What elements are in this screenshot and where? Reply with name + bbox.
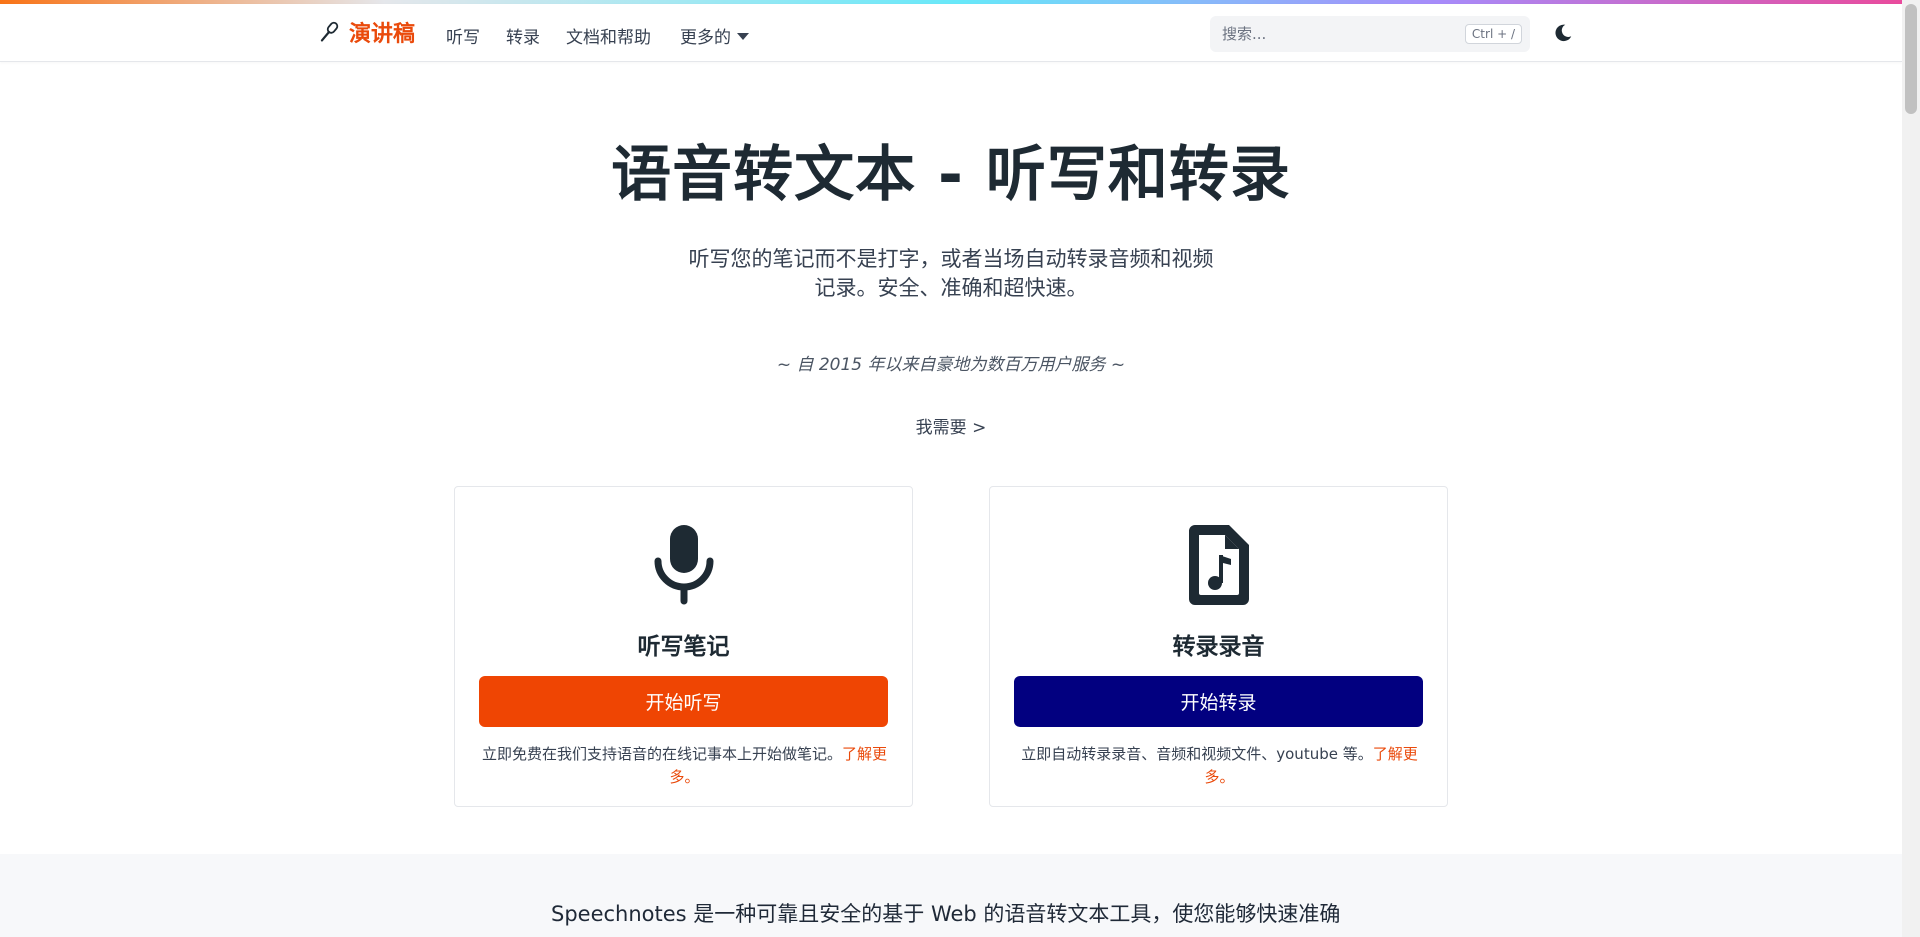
brand-name: 演讲稿 [349, 22, 416, 47]
nav-dictate[interactable]: 听写 [446, 23, 480, 48]
hero-subtitle-line2: 记录。安全、准确和超快速。 [814, 276, 1088, 300]
transcribe-card-description: 立即自动转录录音、音频和视频文件、youtube 等。了解更多。 [1014, 743, 1425, 789]
page-title: 语音转文本 - 听写和转录 [611, 140, 1291, 210]
scrollbar-thumb[interactable] [1905, 4, 1917, 114]
chevron-down-icon [737, 33, 749, 40]
search-box[interactable]: Ctrl + / [1210, 16, 1530, 52]
microphone-logo-icon [317, 20, 341, 44]
transcribe-card: 转录录音 开始转录 立即自动转录录音、音频和视频文件、youtube 等。了解更… [989, 486, 1448, 807]
microphone-icon [652, 523, 716, 609]
audio-file-icon [1185, 523, 1253, 611]
navbar: 演讲稿 听写 转录 文档和帮助 更多的 Ctrl + / [0, 4, 1902, 62]
dictate-card-description: 立即免费在我们支持语音的在线记事本上开始做笔记。了解更多。 [479, 743, 890, 789]
dictate-card-title: 听写笔记 [637, 634, 730, 660]
search-shortcut-hint: Ctrl + / [1464, 24, 1522, 44]
brand-logo[interactable]: 演讲稿 [317, 18, 416, 47]
nav-more-label: 更多的 [680, 28, 731, 48]
start-transcribe-button[interactable]: 开始转录 [1014, 676, 1423, 727]
nav-transcribe[interactable]: 转录 [506, 23, 540, 48]
nav-more-dropdown[interactable]: 更多的 [680, 23, 749, 48]
dictate-card: 听写笔记 开始听写 立即免费在我们支持语音的在线记事本上开始做笔记。了解更多。 [454, 486, 913, 807]
hero-subtitle-line1: 听写您的笔记而不是打字，或者当场自动转录音频和视频 [688, 247, 1214, 271]
moon-icon[interactable] [1552, 22, 1576, 46]
transcribe-desc-text: 立即自动转录录音、音频和视频文件、youtube 等。 [1021, 745, 1373, 763]
since-tagline: ~ 自 2015 年以来自豪地为数百万用户服务 ~ [776, 355, 1126, 375]
start-dictate-button[interactable]: 开始听写 [479, 676, 888, 727]
about-text: Speechnotes 是一种可靠且安全的基于 Web 的语音转文本工具，使您能… [551, 902, 1341, 926]
page-scrollbar[interactable] [1902, 0, 1920, 937]
transcribe-card-title: 转录录音 [1172, 634, 1265, 660]
i-need-label: 我需要 > [915, 418, 987, 438]
nav-docs-help[interactable]: 文档和帮助 [566, 23, 651, 48]
hero-subtitle: 听写您的笔记而不是打字，或者当场自动转录音频和视频 记录。安全、准确和超快速。 [651, 245, 1251, 303]
search-input[interactable] [1222, 25, 1465, 43]
dictate-desc-text: 立即免费在我们支持语音的在线记事本上开始做笔记。 [481, 745, 842, 763]
